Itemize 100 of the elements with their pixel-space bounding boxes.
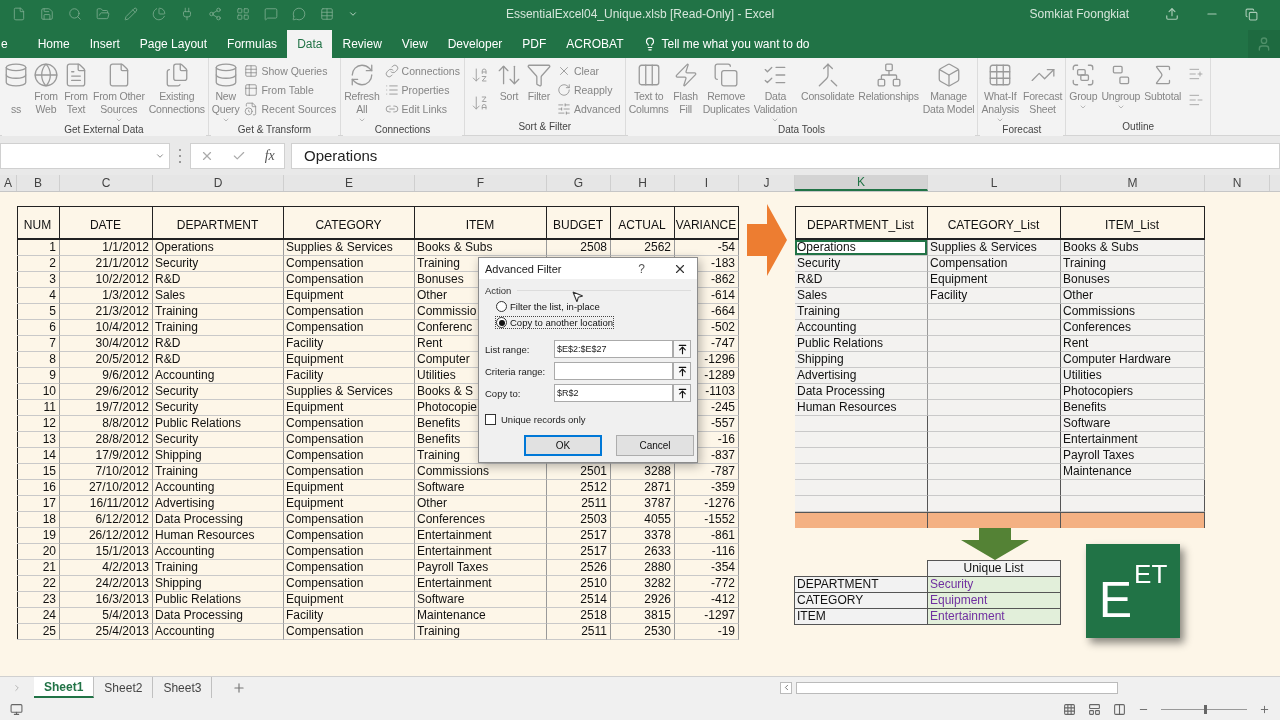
caret-icon[interactable] bbox=[348, 9, 358, 19]
ribbon-button[interactable]: Flash Fill bbox=[671, 62, 700, 116]
ribbon-tab[interactable]: Page Layout bbox=[129, 30, 218, 58]
table-cell: Software bbox=[415, 480, 547, 496]
ribbon-button[interactable]: Subtotal bbox=[1143, 62, 1183, 103]
ribbon-button[interactable]: Edit Links bbox=[384, 100, 460, 117]
table-cell: Equipment bbox=[284, 592, 415, 608]
person-icon bbox=[1256, 36, 1272, 52]
slider-thumb[interactable] bbox=[1204, 704, 1207, 714]
sheet-tab[interactable]: Sheet1 bbox=[34, 677, 95, 698]
sort-ascending-icon[interactable] bbox=[470, 66, 489, 84]
page-layout-icon[interactable] bbox=[1088, 702, 1101, 716]
file-icon[interactable] bbox=[12, 7, 26, 21]
table-icon[interactable] bbox=[320, 7, 334, 21]
search-icon[interactable] bbox=[68, 7, 82, 21]
range-field[interactable]: $R$2 bbox=[554, 384, 673, 402]
ribbon-button[interactable]: Text to Columns bbox=[627, 62, 670, 116]
sort-descending-icon[interactable] bbox=[470, 94, 489, 112]
ribbon-button[interactable]: Refresh All bbox=[343, 62, 381, 124]
ribbon-tab[interactable]: Home bbox=[27, 30, 80, 58]
table-cell: Compensation bbox=[284, 576, 415, 592]
table-cell: Software bbox=[1061, 416, 1205, 432]
ribbon-button[interactable]: Data Validation bbox=[752, 62, 799, 124]
scroll-left-button[interactable] bbox=[780, 681, 792, 694]
formula-field[interactable]: Operations bbox=[291, 142, 1280, 169]
pie-chart-icon[interactable] bbox=[152, 7, 166, 21]
duplicate-icon bbox=[713, 62, 740, 88]
range-field[interactable] bbox=[554, 362, 673, 380]
help-button[interactable]: ? bbox=[638, 261, 645, 276]
page-break-icon[interactable] bbox=[1113, 702, 1126, 716]
share-button[interactable] bbox=[1248, 30, 1280, 58]
folder-icon[interactable] bbox=[96, 7, 110, 21]
zoom-in-icon[interactable] bbox=[1259, 703, 1270, 715]
ribbon-tab[interactable]: Review bbox=[332, 30, 392, 58]
ribbon-button[interactable]: Manage Data Model bbox=[921, 62, 976, 116]
ribbon-button[interactable]: What-If Analysis bbox=[980, 62, 1020, 124]
layout-icon[interactable] bbox=[236, 7, 250, 21]
table-cell: Utilities bbox=[1061, 368, 1205, 384]
table-cell: Compensation bbox=[284, 560, 415, 576]
active-cell[interactable]: Operations bbox=[795, 240, 928, 256]
plug-icon[interactable] bbox=[180, 7, 194, 21]
normal-view-icon[interactable] bbox=[1063, 702, 1076, 716]
show-detail-icon[interactable] bbox=[1188, 66, 1205, 82]
ribbon-button[interactable]: New Query bbox=[210, 62, 241, 124]
ribbon-button[interactable]: Filter bbox=[524, 62, 553, 103]
ok-button[interactable]: OK bbox=[524, 435, 602, 456]
ribbon-tab[interactable]: ACROBAT bbox=[556, 30, 634, 58]
name-box[interactable] bbox=[0, 142, 170, 169]
ribbon-tab[interactable]: Insert bbox=[79, 30, 130, 58]
ribbon-tab[interactable]: e bbox=[0, 30, 28, 58]
ribbon-button[interactable]: Advanced bbox=[556, 100, 621, 117]
ribbon-button[interactable]: Connections bbox=[384, 62, 460, 79]
save-icon[interactable] bbox=[40, 7, 54, 21]
ribbon-button[interactable]: Relationships bbox=[857, 62, 920, 103]
cancel-button[interactable]: Cancel bbox=[616, 435, 694, 456]
ribbon-button[interactable]: From Text bbox=[62, 62, 90, 116]
collapse-button[interactable] bbox=[673, 384, 691, 402]
restore-icon[interactable] bbox=[1245, 7, 1258, 21]
ribbon-button[interactable]: Consolidate bbox=[800, 62, 856, 103]
ribbon-tab[interactable]: Data bbox=[287, 30, 333, 58]
table-cell: 5 bbox=[17, 304, 60, 320]
table-cell: R&D bbox=[795, 272, 928, 288]
pencil-icon[interactable] bbox=[124, 7, 138, 21]
collapse-button[interactable] bbox=[673, 340, 691, 358]
ribbon-tab[interactable]: View bbox=[391, 30, 438, 58]
column-header[interactable]: K bbox=[795, 175, 928, 191]
drag-handle-icon[interactable] bbox=[176, 148, 184, 163]
ribbon-button[interactable]: Group bbox=[1068, 62, 1099, 111]
ribbon-button[interactable]: From Web bbox=[32, 62, 60, 116]
ribbon-button[interactable]: Clear bbox=[556, 62, 621, 79]
chat-icon[interactable] bbox=[292, 7, 306, 21]
ribbon-button[interactable]: ss bbox=[2, 62, 30, 116]
ribbon-button[interactable]: Sort bbox=[494, 62, 523, 103]
ribbon-button[interactable]: Ungroup bbox=[1100, 62, 1142, 111]
table-cell: 2926 bbox=[611, 592, 675, 608]
ribbon-button[interactable]: Forecast Sheet bbox=[1021, 62, 1064, 116]
table-cell: -19 bbox=[675, 624, 739, 640]
range-field[interactable]: $E$2:$E$27 bbox=[554, 340, 673, 358]
comment-icon[interactable] bbox=[264, 7, 278, 21]
horizontal-scrollbar[interactable] bbox=[796, 681, 1118, 694]
table-cell: Equipment bbox=[928, 272, 1061, 288]
share-icon[interactable] bbox=[208, 7, 222, 21]
add-sheet-icon[interactable] bbox=[232, 680, 247, 695]
ribbon-button[interactable]: From Table bbox=[244, 81, 337, 98]
ribbon-button[interactable]: From Other Sources bbox=[92, 62, 146, 124]
tell-me-search[interactable]: Tell me what you want to do bbox=[633, 30, 810, 58]
ribbon-tab[interactable]: PDF bbox=[512, 30, 557, 58]
insert-function-button[interactable]: fx bbox=[264, 147, 275, 164]
ribbon-button[interactable]: Show Queries bbox=[244, 62, 337, 79]
scroll-tabs-icon[interactable] bbox=[12, 682, 22, 693]
ribbon-button[interactable]: Remove Duplicates bbox=[701, 62, 751, 116]
ribbon-button[interactable]: Properties bbox=[384, 81, 460, 98]
ribbon-button[interactable]: Reapply bbox=[556, 81, 621, 98]
ribbon-tab[interactable]: Developer bbox=[437, 30, 513, 58]
ribbon-button[interactable]: Recent Sources bbox=[244, 100, 337, 117]
collapse-button[interactable] bbox=[673, 362, 691, 380]
ribbon-tab[interactable]: Formulas bbox=[217, 30, 288, 58]
hide-detail-icon[interactable] bbox=[1188, 92, 1205, 108]
table-cell: Advertising bbox=[795, 368, 928, 384]
ribbon-button[interactable]: Existing Connections bbox=[147, 62, 206, 116]
